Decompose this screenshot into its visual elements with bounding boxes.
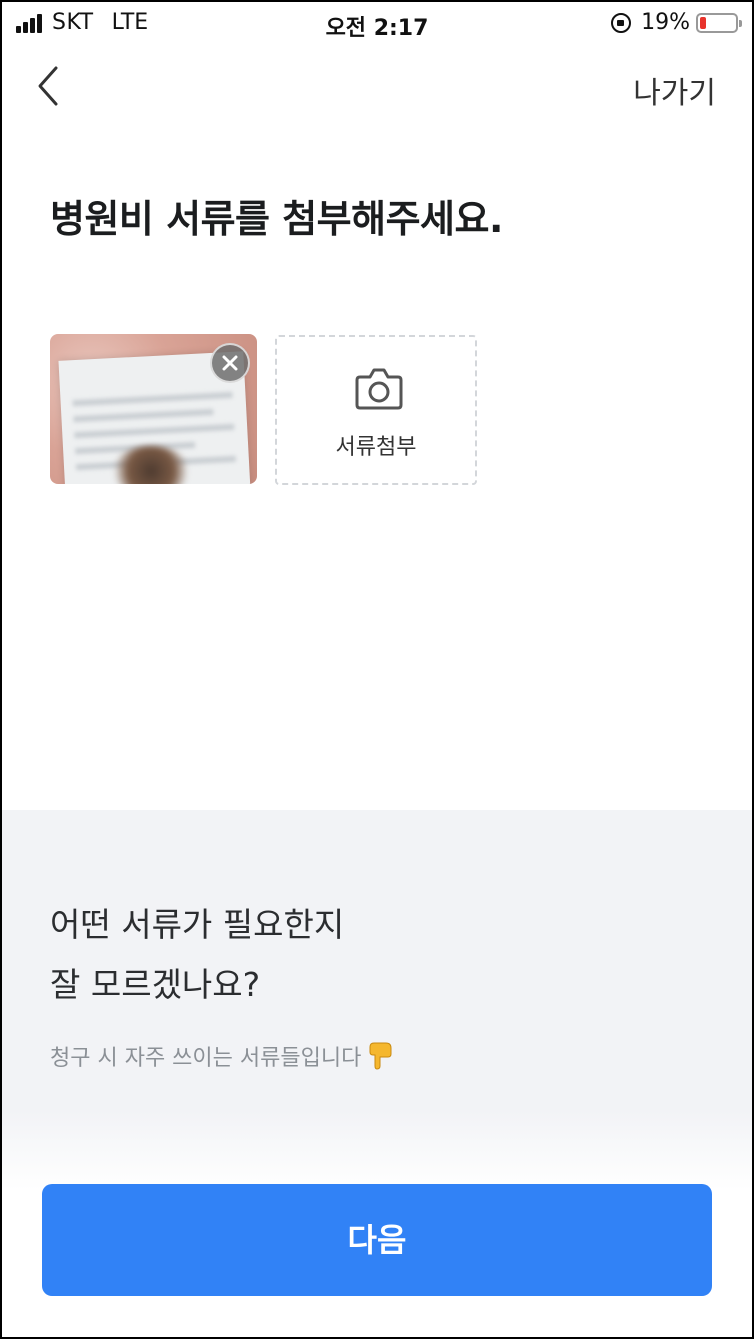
add-document-button[interactable]: 서류첨부 — [275, 335, 477, 485]
exit-button[interactable]: 나가기 — [633, 68, 716, 112]
status-bar: SKT LTE 오전 2:17 19% — [2, 2, 752, 46]
remove-attachment-button[interactable] — [210, 343, 250, 383]
back-button[interactable] — [30, 62, 70, 110]
help-question-line2: 잘 모르겠나요? — [50, 965, 261, 1004]
app-screen: SKT LTE 오전 2:17 19% 나가기 병원비 서류를 첨부해주세요. — [2, 2, 752, 1337]
camera-icon — [355, 368, 403, 410]
status-right: 19% — [611, 10, 742, 35]
page-title: 병원비 서류를 첨부해주세요. — [50, 197, 503, 241]
chevron-left-icon — [38, 66, 58, 106]
help-hint: 청구 시 자주 쓰이는 서류들입니다 — [50, 1040, 393, 1072]
rotation-lock-icon — [611, 12, 632, 33]
battery-icon — [696, 12, 742, 33]
help-hint-text: 청구 시 자주 쓰이는 서류들입니다 — [50, 1046, 362, 1071]
point-down-icon — [369, 1042, 392, 1070]
close-icon — [222, 355, 238, 371]
next-button[interactable]: 다음 — [42, 1184, 712, 1296]
help-question-line1: 어떤 서류가 필요한지 — [50, 905, 345, 944]
battery-percent: 19% — [641, 10, 690, 35]
add-document-label: 서류첨부 — [335, 435, 417, 460]
